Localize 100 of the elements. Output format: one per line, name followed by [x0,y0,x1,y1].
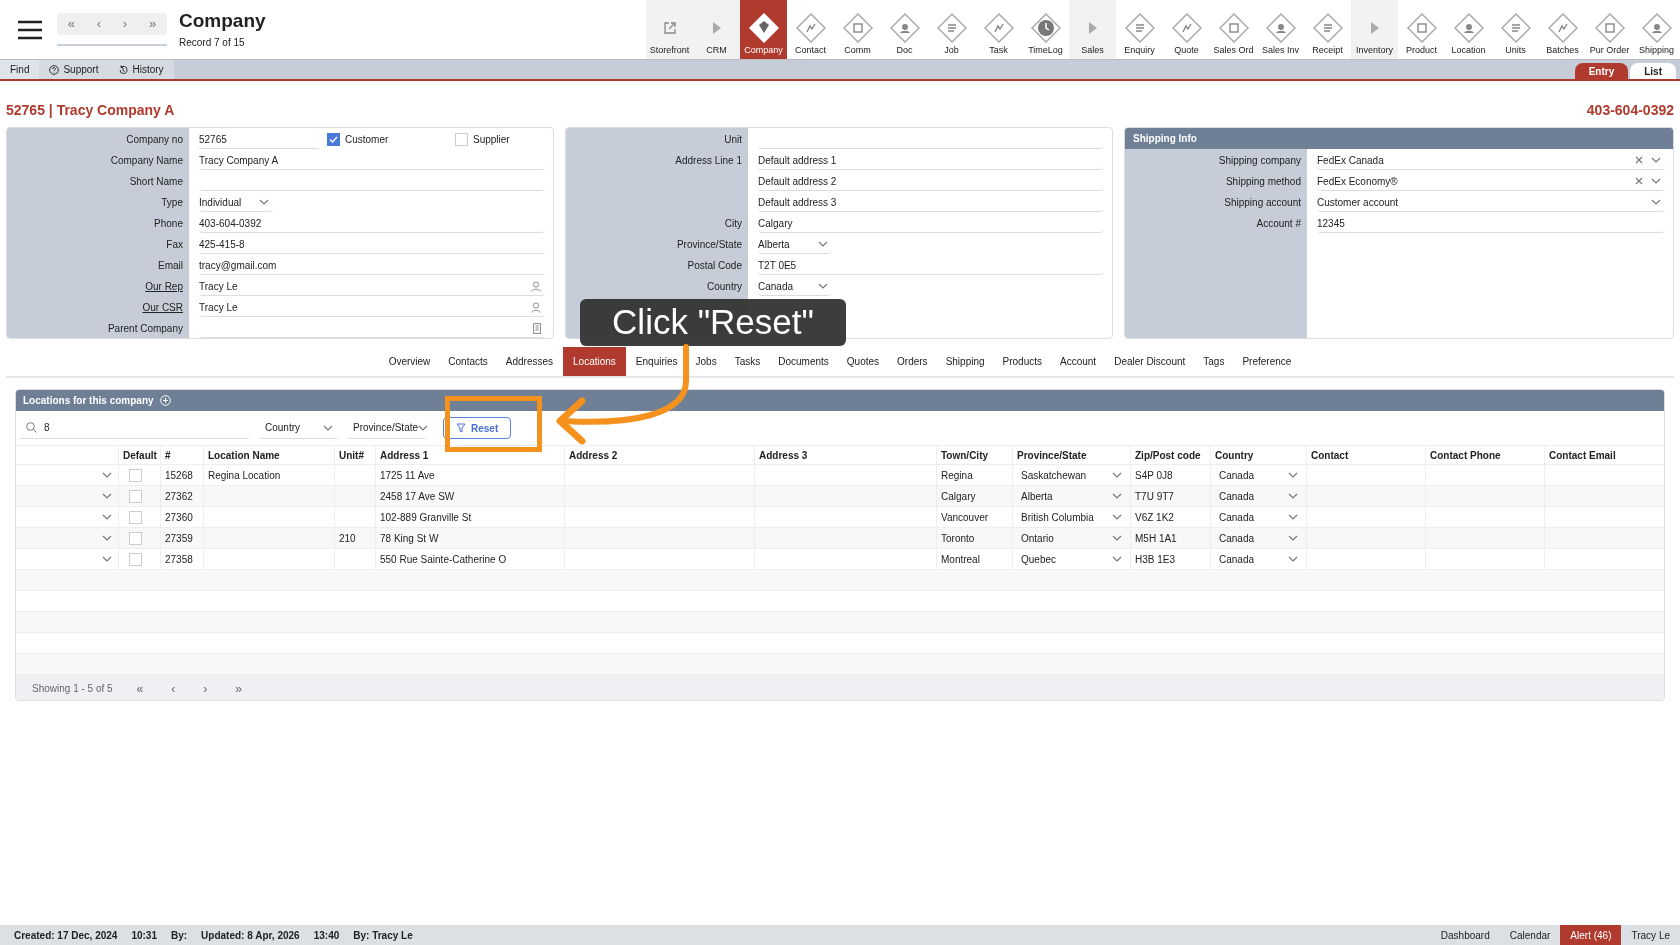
select-field[interactable]: Country [259,417,339,439]
select-field[interactable]: Canada [1215,488,1302,504]
tab[interactable]: Locations [563,347,626,376]
status-button[interactable]: Tracy Le [1621,925,1680,945]
select-field[interactable]: FedEx Canada [1317,151,1665,170]
toolbar-button[interactable]: Sales Inv [1257,0,1304,59]
tab[interactable]: Quotes [843,347,883,376]
tab[interactable]: Addresses [502,347,557,376]
toolbar-button[interactable]: Find [0,60,40,79]
field-link[interactable]: Our Rep [145,281,183,292]
select-field[interactable]: British Columbia [1017,509,1126,525]
field-link[interactable]: Our CSR [142,302,183,313]
tab[interactable]: Shipping [942,347,988,376]
toolbar-button[interactable]: Contact [787,0,834,59]
select-field[interactable]: Canada [1215,551,1302,567]
select-field[interactable]: Canada [758,277,832,296]
tab[interactable]: Jobs [692,347,720,376]
input-field[interactable]: Calgary [758,214,1104,233]
toolbar-button[interactable]: Storefront [646,0,693,59]
input-field[interactable]: Default address 3 [758,193,1104,212]
select-field[interactable]: Canada [1215,467,1302,483]
toolbar-button[interactable]: Shipping [1633,0,1680,59]
expand-button[interactable] [100,533,114,543]
expand-button[interactable] [100,491,114,501]
toolbar-button[interactable]: Location [1445,0,1492,59]
checkbox[interactable] [129,489,142,503]
select-field[interactable]: Canada [1215,509,1302,525]
input-field[interactable]: 52765 [199,130,319,149]
input-field[interactable]: 12345 [1317,214,1665,233]
pager-button[interactable]: « [132,679,148,698]
tab[interactable]: Enquiries [632,347,681,376]
toolbar-button[interactable]: Inventory [1351,0,1398,59]
toolbar-button[interactable]: CRM [693,0,740,59]
status-button[interactable]: Alert (46) [1560,925,1622,945]
input-field[interactable]: 425-415-8 [199,235,545,254]
checkbox[interactable] [129,510,142,524]
toolbar-button[interactable]: Batches [1539,0,1586,59]
pager-button[interactable]: ‹ [167,679,180,698]
nav-button[interactable]: » [144,14,161,34]
select-field[interactable]: Quebec [1017,551,1126,567]
toolbar-button[interactable]: Product [1398,0,1445,59]
toolbar-button[interactable]: Sales Ord [1210,0,1257,59]
expand-button[interactable] [100,470,114,480]
checkbox[interactable] [327,133,340,146]
tab[interactable]: Overview [385,347,434,376]
pager-button[interactable]: › [199,679,212,698]
tab[interactable]: Products [999,347,1045,376]
expand-button[interactable] [100,512,114,522]
tab[interactable]: Preference [1239,347,1295,376]
nav-button[interactable]: ‹ [92,14,106,34]
input-field[interactable]: Default address 1 [758,151,1104,170]
expand-button[interactable] [100,554,114,564]
input-field[interactable]: Tracy Le [199,298,545,317]
nav-button[interactable]: « [63,14,80,34]
select-field[interactable]: Individual [199,193,273,212]
toolbar-button[interactable]: Receipt [1304,0,1351,59]
toolbar-button[interactable]: Sales [1069,0,1116,59]
select-field[interactable]: Province/State [347,417,427,439]
select-field[interactable]: Saskatchewan [1017,467,1126,483]
select-field[interactable]: Customer account [1317,193,1665,212]
tab[interactable]: Dealer Discount [1111,347,1189,376]
toolbar-button[interactable]: Pur Order [1586,0,1633,59]
checkbox[interactable] [129,531,142,545]
input-field[interactable]: Tracy Le [199,277,545,296]
status-button[interactable]: Dashboard [1430,925,1500,945]
toolbar-button[interactable]: Units [1492,0,1539,59]
tab[interactable]: Orders [894,347,931,376]
tab[interactable]: Account [1057,347,1100,376]
input-field[interactable]: Tracy Company A [199,151,545,170]
toolbar-button[interactable]: Comm [834,0,881,59]
nav-button[interactable]: › [118,14,132,34]
input-field[interactable]: T2T 0E5 [758,256,1104,275]
view-tab[interactable]: List [1630,63,1676,79]
tab[interactable]: Documents [775,347,832,376]
select-field[interactable]: FedEx Economy® [1317,172,1665,191]
select-field[interactable]: Alberta [758,235,832,254]
tab[interactable]: Tags [1200,347,1228,376]
status-button[interactable]: Calendar [1499,925,1561,945]
pager-button[interactable]: » [231,679,246,698]
input-field[interactable]: Default address 2 [758,172,1104,191]
checkbox[interactable] [129,468,142,482]
select-field[interactable]: Alberta [1017,488,1126,504]
toolbar-button[interactable]: History [108,60,174,79]
toolbar-button[interactable]: Quote [1163,0,1210,59]
view-tab[interactable]: Entry [1574,63,1629,79]
toolbar-button[interactable]: Job [928,0,975,59]
checkbox[interactable] [129,552,142,566]
reset-button[interactable]: Reset [443,417,512,439]
toolbar-button[interactable]: Task [975,0,1022,59]
input-field[interactable]: tracy@gmail.com [199,256,545,275]
select-field[interactable]: Canada [1215,530,1302,546]
input-field[interactable]: 403-604-0392 [199,214,545,233]
search-field[interactable]: 8 [20,417,249,439]
toolbar-button[interactable]: Doc [881,0,928,59]
checkbox[interactable] [455,133,468,146]
tab[interactable]: Contacts [445,347,491,376]
toolbar-button[interactable]: TimeLog [1022,0,1069,59]
select-field[interactable]: Ontario [1017,530,1126,546]
toolbar-button[interactable]: Enquiry [1116,0,1163,59]
tab[interactable]: Tasks [731,347,764,376]
